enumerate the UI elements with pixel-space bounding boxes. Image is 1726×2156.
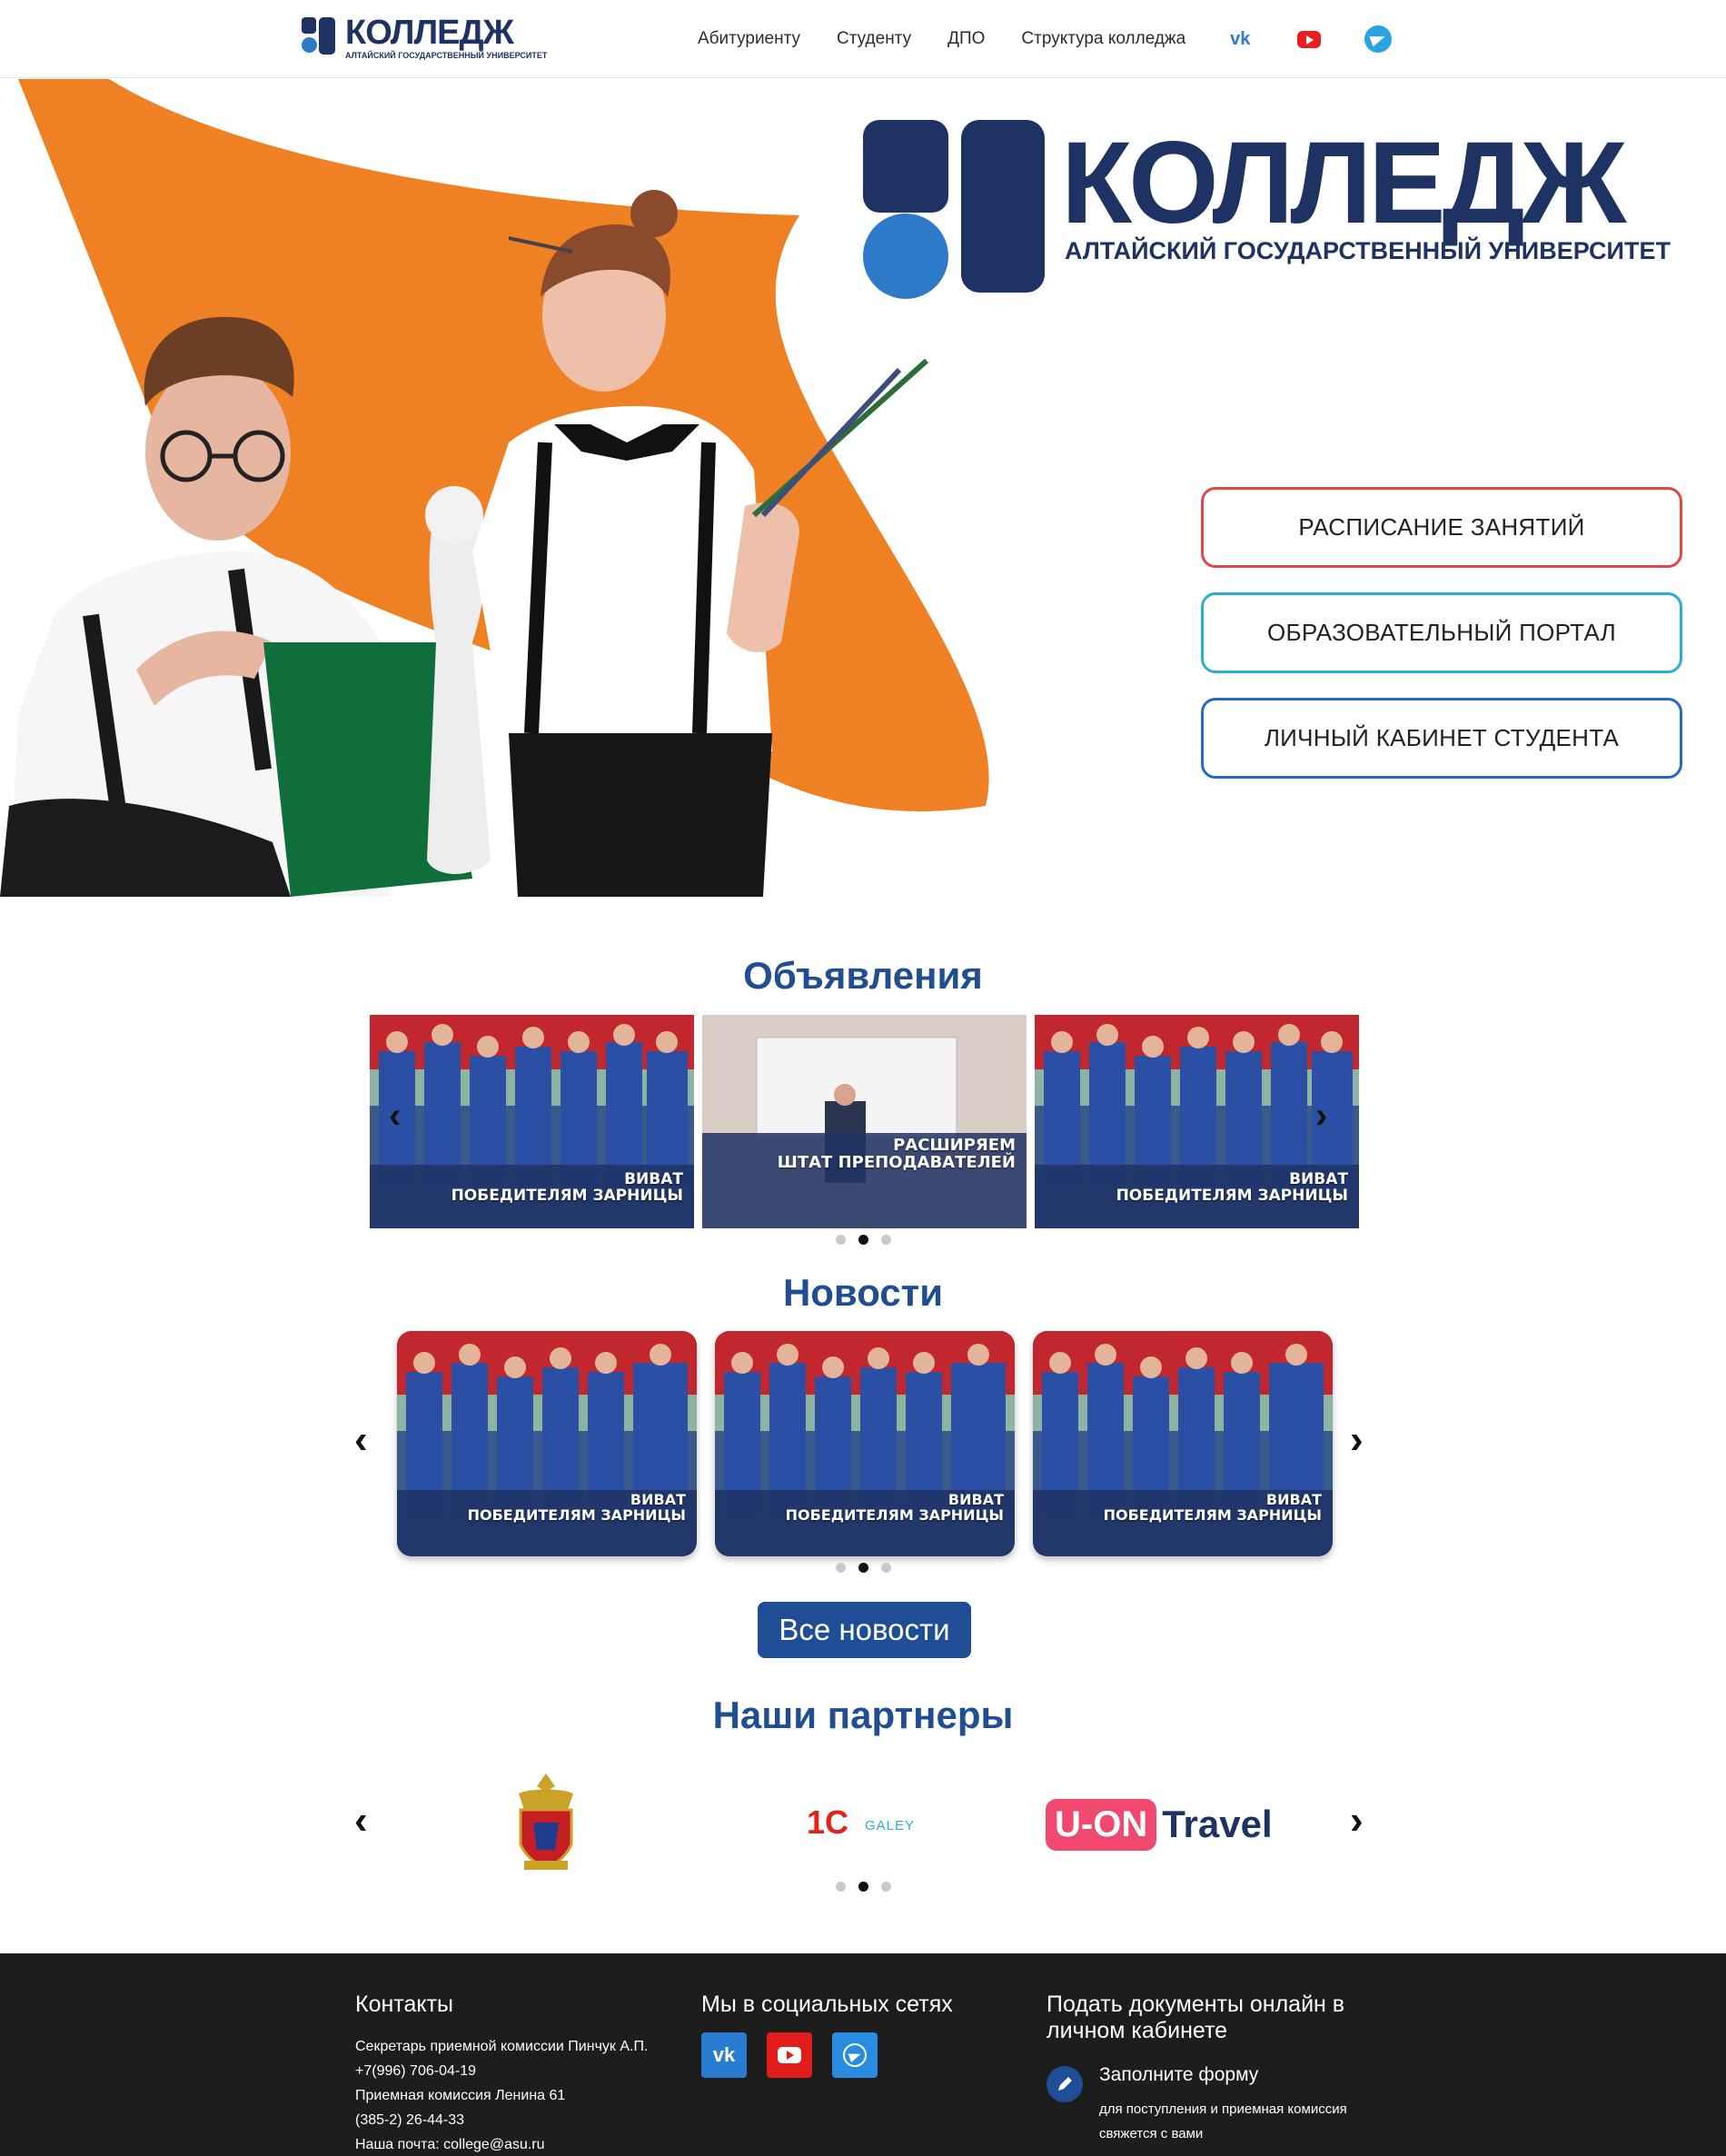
footer-vk-icon[interactable]: vk — [701, 2032, 747, 2078]
1c-galey-logo[interactable]: 1С GALEY — [807, 1803, 925, 1849]
pagination-dot-active[interactable] — [858, 1235, 868, 1245]
partners-title: Наши партнеры — [712, 1694, 1014, 1736]
footer-contact-line: Секретарь приемной комиссии Пинчук А.П. — [355, 2039, 649, 2054]
footer-contact-line: Приемная комиссия Ленина 61 — [355, 2088, 566, 2103]
site-header: КОЛЛЕДЖ АЛТАЙСКИЙ ГОСУДАРСТВЕННЫЙ УНИВЕР… — [0, 0, 1726, 78]
pagination-dot-active[interactable] — [858, 1882, 868, 1892]
nav-student[interactable]: Студенту — [837, 29, 911, 49]
news-card[interactable]: ВИВАТ ПОБЕДИТЕЛЯМ ЗАРНИЦЫ — [715, 1331, 1015, 1556]
logo-mark-icon — [302, 17, 340, 57]
announcement-card-line2: ПОБЕДИТЕЛЯМ ЗАРНИЦЫ — [1116, 1186, 1348, 1205]
nav-dpo[interactable]: ДПО — [947, 29, 985, 49]
1c-logo-text: 1С — [807, 1803, 849, 1841]
header-logo[interactable]: КОЛЛЕДЖ АЛТАЙСКИЙ ГОСУДАРСТВЕННЫЙ УНИВЕР… — [302, 13, 548, 60]
footer-apply-title: Подать документы онлайн в личном кабинет… — [1047, 1992, 1345, 2043]
announcements-pagination — [0, 1235, 1726, 1245]
pagination-dot[interactable] — [880, 1882, 891, 1892]
nav-structure[interactable]: Структура колледжа — [1021, 29, 1185, 49]
news-card-line2: ПОБЕДИТЕЛЯМ ЗАРНИЦЫ — [1103, 1505, 1322, 1524]
site-footer: Контакты Секретарь приемной комиссии Пин… — [0, 1953, 1726, 2156]
footer-telegram-icon[interactable] — [832, 2032, 878, 2078]
pagination-dot[interactable] — [880, 1563, 891, 1573]
footer-contact-phone[interactable]: +7(996) 706-04-19 — [355, 2063, 476, 2080]
news-title: Новости — [782, 1271, 944, 1314]
news-card-line2: ПОБЕДИТЕЛЯМ ЗАРНИЦЫ — [467, 1505, 686, 1524]
pencil-icon — [1047, 2066, 1083, 2102]
nav-applicant[interactable]: Абитуриенту — [698, 29, 800, 49]
announcement-card[interactable]: ВИВАТ ПОБЕДИТЕЛЯМ ЗАРНИЦЫ — [1035, 1015, 1359, 1228]
pagination-dot[interactable] — [835, 1882, 846, 1892]
uon-logo-text: Travel — [1162, 1803, 1273, 1845]
police-emblem-logo[interactable] — [511, 1773, 580, 1875]
hero-section: КОЛЛЕДЖ АЛТАЙСКИЙ ГОСУДАРСТВЕННЫЙ УНИВЕР… — [0, 79, 1726, 897]
education-portal-button[interactable]: ОБРАЗОВАТЕЛЬНЫЙ ПОРТАЛ — [1201, 592, 1682, 673]
announcement-card[interactable]: РАСШИРЯЕМ ШТАТ ПРЕПОДАВАТЕЛЕЙ — [702, 1015, 1027, 1228]
1c-logo-subtext: GALEY — [865, 1818, 916, 1833]
announcements-next-arrow-icon[interactable]: › — [1315, 1098, 1327, 1134]
hero-logo: КОЛЛЕДЖ АЛТАЙСКИЙ ГОСУДАРСТВЕННЫЙ УНИВЕР… — [863, 118, 1671, 299]
pagination-dot[interactable] — [835, 1563, 846, 1573]
vk-icon[interactable]: vk — [1225, 25, 1255, 54]
logo-subtitle: АЛТАЙСКИЙ ГОСУДАРСТВЕННЫЙ УНИВЕРСИТЕТ — [345, 50, 548, 60]
student-account-button[interactable]: ЛИЧНЫЙ КАБИНЕТ СТУДЕНТА — [1201, 698, 1682, 779]
announcement-card-line2: ПОБЕДИТЕЛЯМ ЗАРНИЦЫ — [451, 1186, 683, 1205]
news-prev-arrow-icon[interactable]: ‹ — [354, 1420, 368, 1460]
news-next-arrow-icon[interactable]: › — [1350, 1420, 1364, 1460]
telegram-icon[interactable] — [1364, 25, 1393, 54]
partners-prev-arrow-icon[interactable]: ‹ — [354, 1801, 368, 1841]
hero-students-image — [0, 79, 989, 897]
hero-logo-subtitle: АЛТАЙСКИЙ ГОСУДАРСТВЕННЫЙ УНИВЕРСИТЕТ — [1065, 237, 1671, 264]
footer-social-title: Мы в социальных сетях — [701, 1992, 953, 2017]
uon-logo-badge: U-ON — [1046, 1798, 1157, 1851]
announcement-card[interactable]: ВИВАТ ПОБЕДИТЕЛЯМ ЗАРНИЦЫ — [370, 1015, 694, 1228]
partners-next-arrow-icon[interactable]: › — [1350, 1801, 1364, 1841]
news-card[interactable]: ВИВАТ ПОБЕДИТЕЛЯМ ЗАРНИЦЫ — [1033, 1331, 1333, 1556]
footer-contact-email[interactable]: Наша почта: college@asu.ru — [355, 2137, 545, 2153]
footer-youtube-icon[interactable] — [767, 2032, 812, 2078]
pagination-dot[interactable] — [835, 1235, 846, 1245]
youtube-icon[interactable] — [1294, 25, 1324, 54]
announcements-prev-arrow-icon[interactable]: ‹ — [389, 1098, 401, 1134]
footer-apply-item-text: для поступления и приемная комиссия свяж… — [1099, 2101, 1347, 2141]
pagination-dot[interactable] — [880, 1235, 891, 1245]
announcement-photo-image — [702, 1015, 1027, 1228]
announcements-title: Объявления — [743, 954, 983, 997]
hero-logo-title: КОЛЛЕДЖ — [1061, 118, 1626, 248]
news-pagination — [0, 1563, 1726, 1573]
announcement-card-line2: ШТАТ ПРЕПОДАВАТЕЛЕЙ — [777, 1152, 1016, 1172]
logo-title: КОЛЛЕДЖ — [345, 13, 514, 52]
news-card[interactable]: ВИВАТ ПОБЕДИТЕЛЯМ ЗАРНИЦЫ — [397, 1331, 697, 1556]
schedule-button[interactable]: РАСПИСАНИЕ ЗАНЯТИЙ — [1201, 487, 1682, 568]
news-card-line2: ПОБЕДИТЕЛЯМ ЗАРНИЦЫ — [785, 1505, 1004, 1524]
uon-travel-logo[interactable]: U-ON Travel — [1046, 1793, 1323, 1856]
main-nav: Абитуриенту Студенту ДПО Структура колле… — [698, 25, 1429, 53]
pagination-dot-active[interactable] — [858, 1563, 868, 1573]
footer-apply-item-title[interactable]: Заполните форму — [1099, 2064, 1258, 2086]
footer-contact-phone[interactable]: (385-2) 26-44-33 — [355, 2112, 464, 2129]
all-news-button[interactable]: Все новости — [758, 1602, 971, 1658]
partners-pagination — [0, 1882, 1726, 1892]
footer-contacts-title: Контакты — [355, 1992, 453, 2017]
